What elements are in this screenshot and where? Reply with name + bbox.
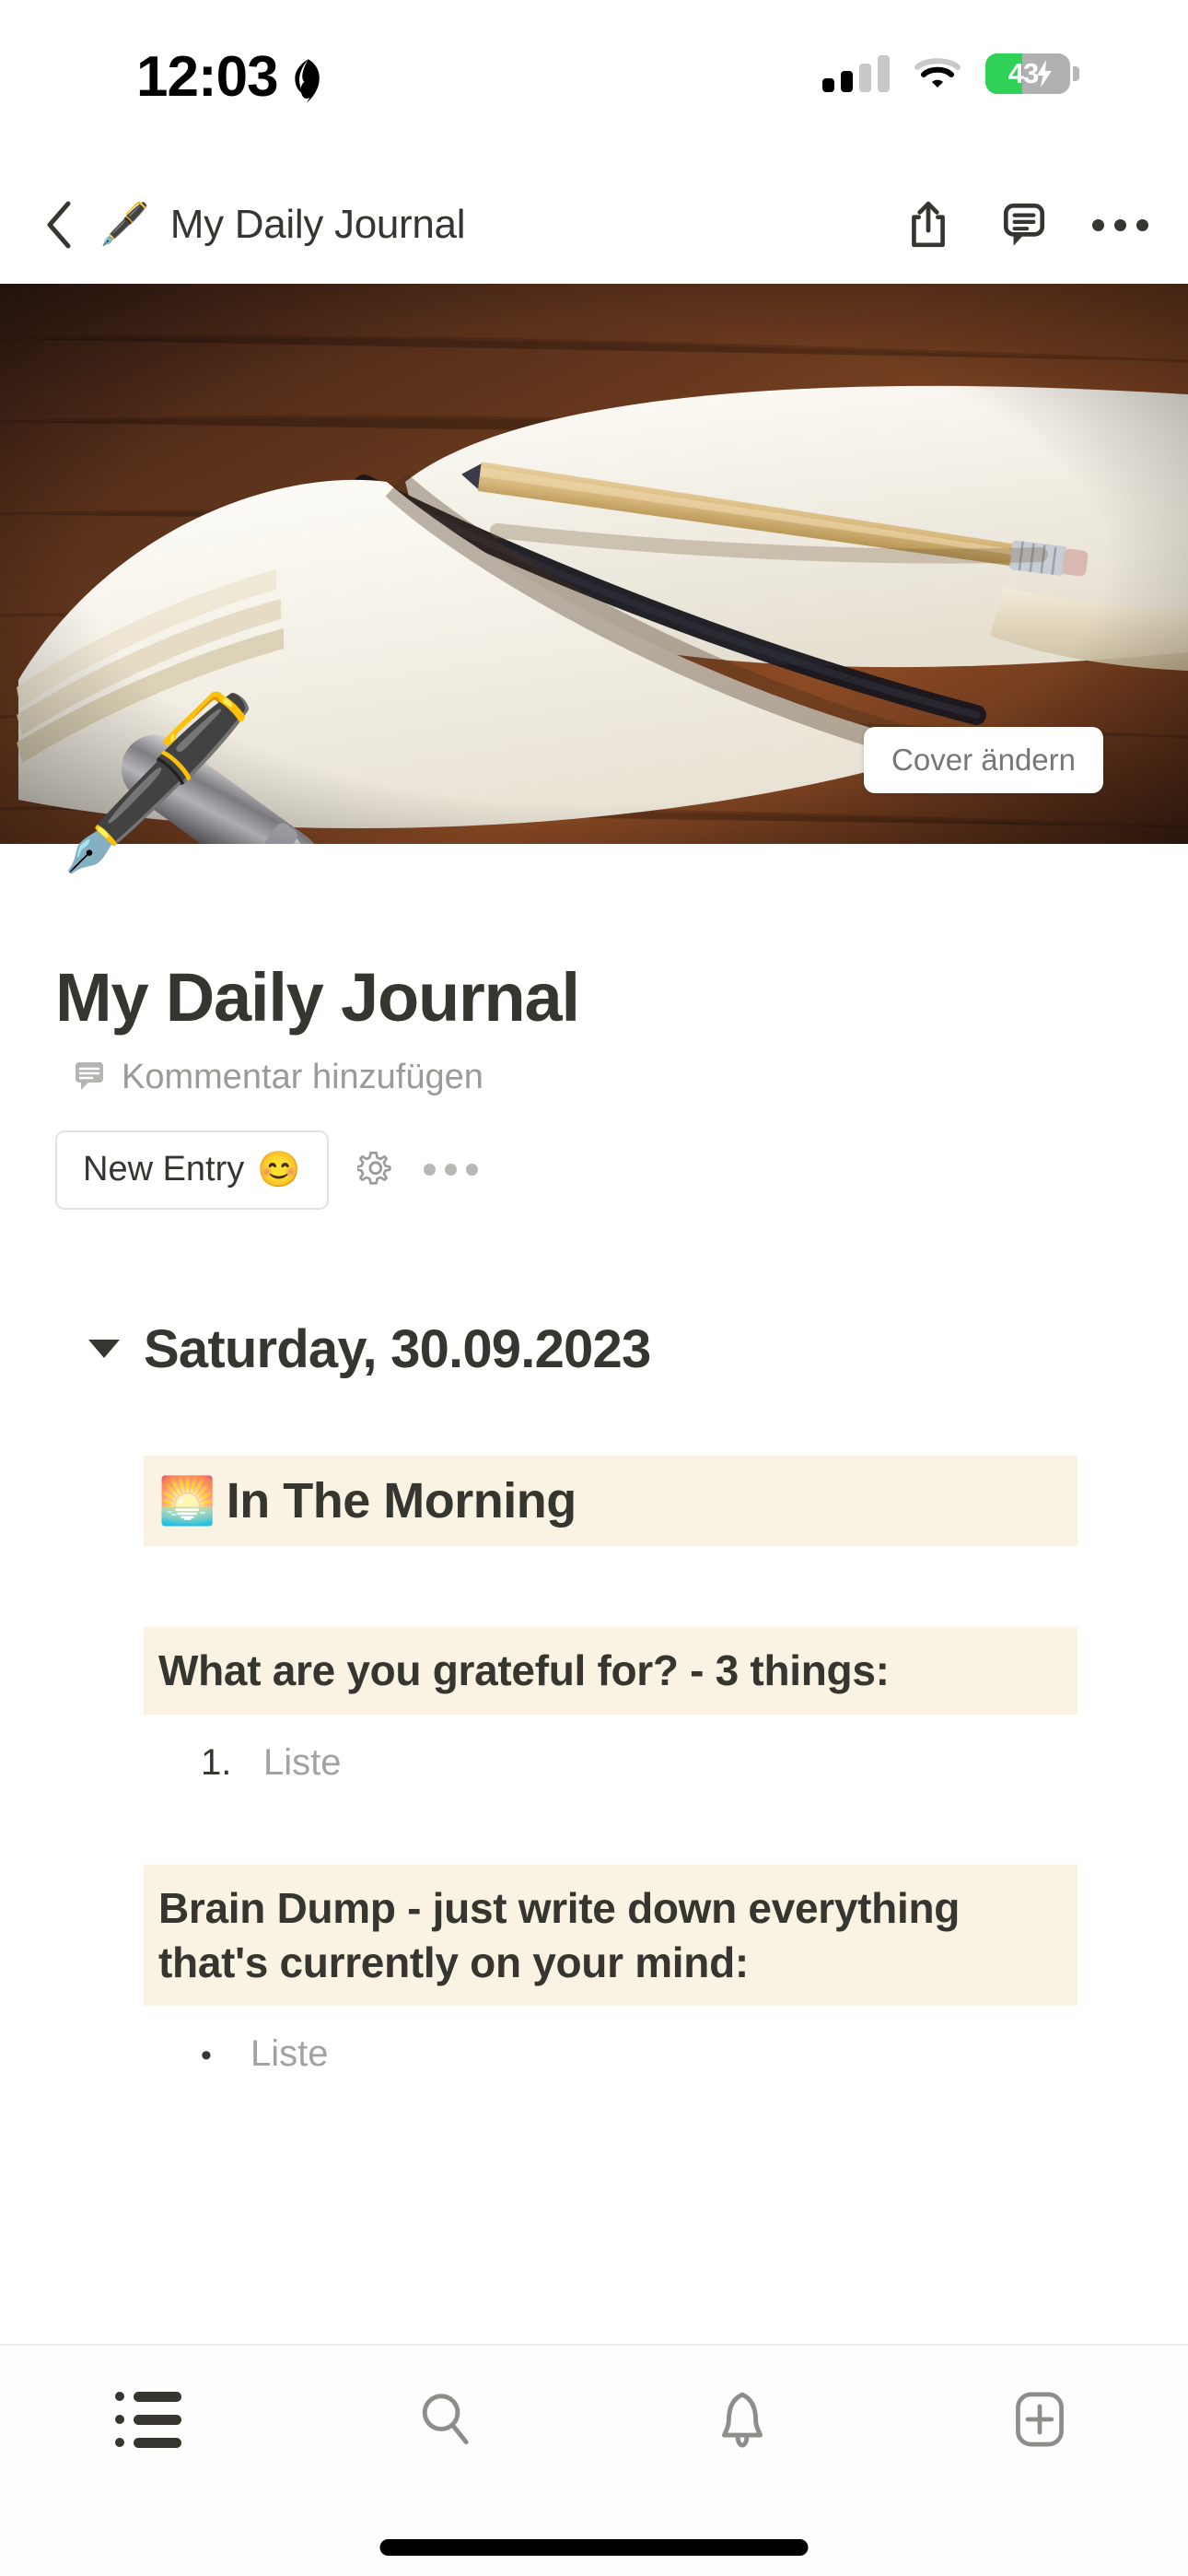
numbered-list-item[interactable]: 1. Liste	[201, 1742, 1077, 1784]
new-entry-button[interactable]: New Entry 😊	[55, 1130, 329, 1210]
more-horizontal-icon	[424, 1164, 479, 1177]
add-comment-row[interactable]: Kommentar hinzufügen	[74, 1058, 1133, 1097]
wifi-icon	[914, 55, 961, 92]
bottom-tab-bar	[0, 2344, 1188, 2576]
list-icon	[115, 2391, 182, 2448]
plus-square-icon	[1015, 2392, 1064, 2447]
more-horizontal-icon	[1091, 218, 1148, 231]
sunrise-emoji-icon: 🌅	[158, 1474, 215, 1527]
battery-indicator: 43	[985, 53, 1079, 94]
status-bar-clock: 12:03	[136, 45, 279, 109]
page-title-navbar: My Daily Journal	[169, 202, 466, 247]
list-item-placeholder: Liste	[250, 2033, 329, 2075]
battery-icon: 43	[985, 53, 1070, 94]
callout-in-the-morning[interactable]: 🌅 In The Morning	[144, 1455, 1077, 1546]
more-options-button[interactable]	[1091, 201, 1148, 249]
battery-percent-label: 43	[1007, 57, 1039, 89]
bulleted-list-item[interactable]: • Liste	[201, 2033, 1077, 2075]
callout-grateful[interactable]: What are you grateful for? - 3 things:	[144, 1626, 1077, 1715]
battery-cap	[1073, 66, 1079, 81]
callout-heading-text: Brain Dump - just write down everything …	[158, 1883, 961, 1986]
status-bar: 12:03 43	[0, 0, 1188, 166]
list-item-placeholder: Liste	[263, 1741, 342, 1783]
cellular-signal-icon	[822, 55, 890, 92]
page-title[interactable]: My Daily Journal	[55, 962, 1133, 1034]
date-heading-label: Saturday, 30.09.2023	[144, 1318, 651, 1379]
add-comment-label: Kommentar hinzufügen	[122, 1057, 483, 1096]
page-body: My Daily Journal Kommentar hinzufügen Ne…	[0, 962, 1188, 2075]
list-marker-number: 1.	[201, 1741, 232, 1783]
list-marker-bullet: •	[201, 2038, 212, 2074]
page-emoji-icon: 🖋️	[99, 202, 150, 247]
share-icon	[912, 201, 945, 248]
triangle-down-icon[interactable]	[88, 1340, 120, 1359]
comment-icon	[1003, 203, 1045, 246]
back-button[interactable]	[33, 199, 85, 251]
status-bar-indicators: 43	[822, 53, 1079, 94]
status-bar-time-group: 12:03	[136, 44, 324, 110]
bell-icon	[722, 2392, 763, 2448]
callout-heading-text: In The Morning	[226, 1472, 577, 1528]
gear-icon	[356, 1151, 391, 1185]
tab-notifications[interactable]	[594, 2346, 891, 2493]
navigation-bar: 🖋️ My Daily Journal	[0, 166, 1188, 284]
date-toggle-heading[interactable]: Saturday, 30.09.2023	[88, 1318, 1133, 1380]
smiling-face-emoji: 😊	[257, 1150, 301, 1189]
change-cover-button[interactable]: Cover ändern	[864, 727, 1103, 793]
tab-search[interactable]	[297, 2346, 595, 2493]
tab-list-view[interactable]	[0, 2346, 297, 2493]
cover-image[interactable]: Cover ändern	[0, 284, 1188, 844]
navbar-actions	[904, 201, 1148, 249]
chevron-left-icon	[47, 201, 71, 249]
page-action-row: New Entry 😊	[55, 1130, 1133, 1210]
comment-icon	[74, 1060, 105, 1095]
page-more-button[interactable]	[424, 1145, 479, 1195]
content-blocks: 🌅 In The Morning What are you grateful f…	[144, 1455, 1077, 2076]
charging-bolt-icon	[1034, 60, 1054, 88]
callout-heading-text: What are you grateful for? - 3 things:	[158, 1645, 890, 1694]
new-entry-label: New Entry	[83, 1150, 245, 1189]
flame-icon	[289, 53, 324, 103]
comment-button[interactable]	[1000, 201, 1048, 249]
page-settings-button[interactable]	[353, 1145, 402, 1195]
home-indicator	[379, 2539, 809, 2556]
share-button[interactable]	[904, 201, 952, 249]
search-icon	[422, 2394, 469, 2445]
tab-create[interactable]	[891, 2346, 1188, 2493]
tab-list	[0, 2346, 1188, 2493]
callout-brain-dump[interactable]: Brain Dump - just write down everything …	[144, 1864, 1077, 2007]
